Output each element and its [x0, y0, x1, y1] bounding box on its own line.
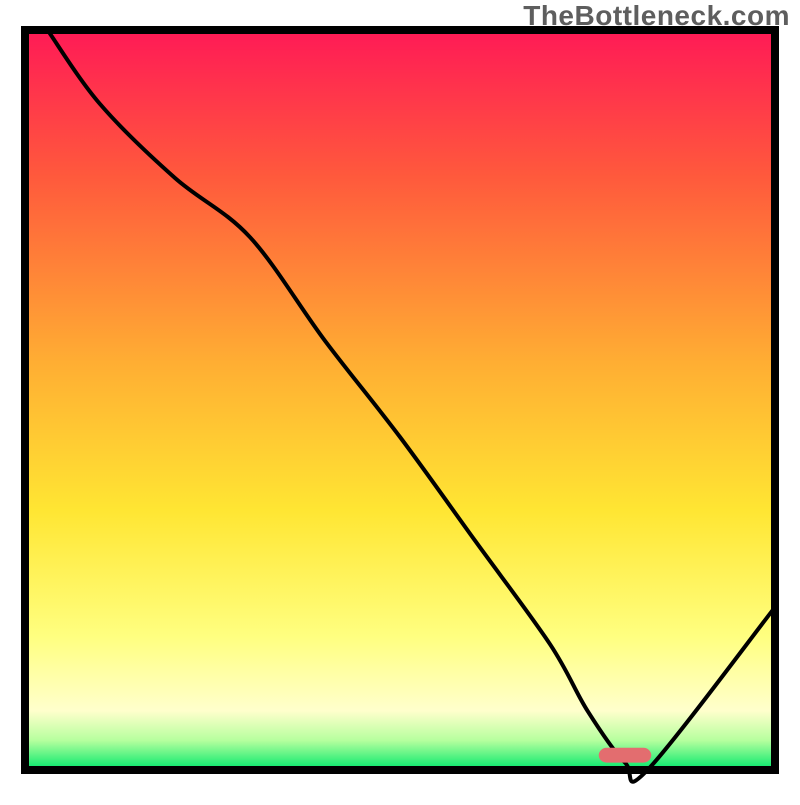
chart-frame: TheBottleneck.com	[0, 0, 800, 800]
optimal-marker	[599, 748, 652, 763]
bottleneck-chart	[0, 0, 800, 800]
